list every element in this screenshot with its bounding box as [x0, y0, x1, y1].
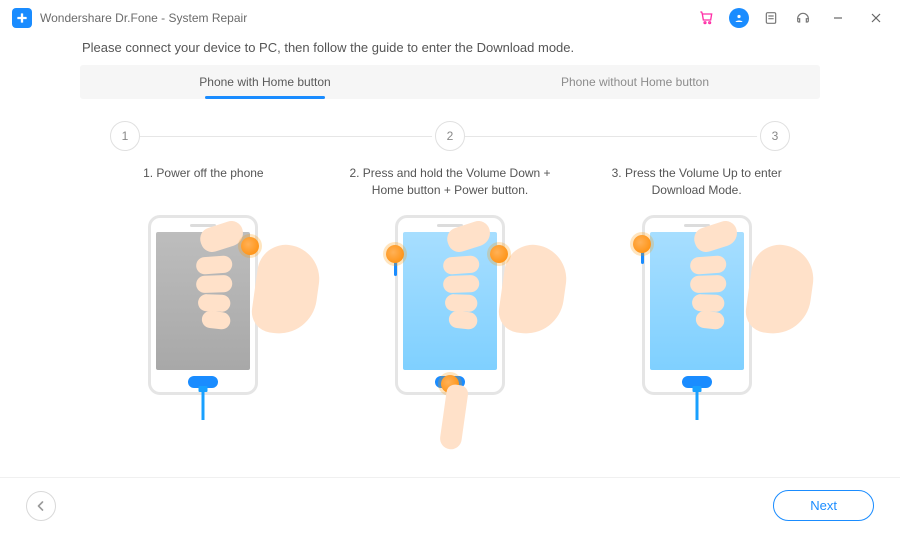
step-indicator-2: 2: [435, 121, 465, 151]
hand-icon: [195, 213, 319, 356]
usb-cable-icon: [695, 392, 698, 420]
arrow-left-icon: [35, 500, 47, 512]
step-illustration-2: [350, 215, 550, 425]
step-illustration-3: [597, 215, 797, 425]
footer: Next: [0, 477, 900, 533]
instruction-text: Please connect your device to PC, then f…: [80, 40, 820, 55]
tab-without-home[interactable]: Phone without Home button: [450, 65, 820, 99]
stepper-line: [465, 136, 760, 137]
cart-icon[interactable]: [692, 3, 722, 33]
app-title: Wondershare Dr.Fone - System Repair: [40, 11, 247, 25]
support-icon[interactable]: [788, 3, 818, 33]
hand-icon: [688, 213, 812, 356]
touch-dot-icon: [386, 245, 404, 263]
feedback-icon[interactable]: [756, 3, 786, 33]
tab-with-home[interactable]: Phone with Home button: [80, 65, 450, 99]
step-col-2: 2. Press and hold the Volume Down + Home…: [327, 165, 574, 425]
step-indicator-1: 1: [110, 121, 140, 151]
header-icons: [692, 3, 894, 33]
app-logo: [12, 8, 32, 28]
tab-bar: Phone with Home button Phone without Hom…: [80, 65, 820, 99]
touch-dot-icon: [633, 235, 651, 253]
titlebar: Wondershare Dr.Fone - System Repair: [0, 0, 900, 36]
minimize-button[interactable]: [820, 4, 856, 32]
steps: 1 2 3 1. Power off the phone: [80, 121, 820, 425]
step-label-3: 3. Press the Volume Up to enter Download…: [573, 165, 820, 213]
step-columns: 1. Power off the phone 2. Press and hold…: [80, 165, 820, 425]
step-label-1: 1. Power off the phone: [125, 165, 282, 213]
touch-dot-icon: [490, 245, 508, 263]
tab-label: Phone with Home button: [199, 75, 330, 89]
step-illustration-1: [103, 215, 303, 425]
main-content: Please connect your device to PC, then f…: [0, 36, 900, 425]
account-icon[interactable]: [724, 3, 754, 33]
back-button[interactable]: [26, 491, 56, 521]
tab-label: Phone without Home button: [561, 75, 709, 89]
step-indicator-3: 3: [760, 121, 790, 151]
stepper: 1 2 3: [80, 121, 820, 151]
step-col-1: 1. Power off the phone: [80, 165, 327, 425]
finger-icon: [395, 333, 512, 468]
usb-cable-icon: [202, 392, 205, 420]
step-col-3: 3. Press the Volume Up to enter Download…: [573, 165, 820, 425]
stepper-line: [140, 136, 435, 137]
step-label-2: 2. Press and hold the Volume Down + Home…: [327, 165, 574, 213]
next-button[interactable]: Next: [773, 490, 874, 521]
close-button[interactable]: [858, 4, 894, 32]
